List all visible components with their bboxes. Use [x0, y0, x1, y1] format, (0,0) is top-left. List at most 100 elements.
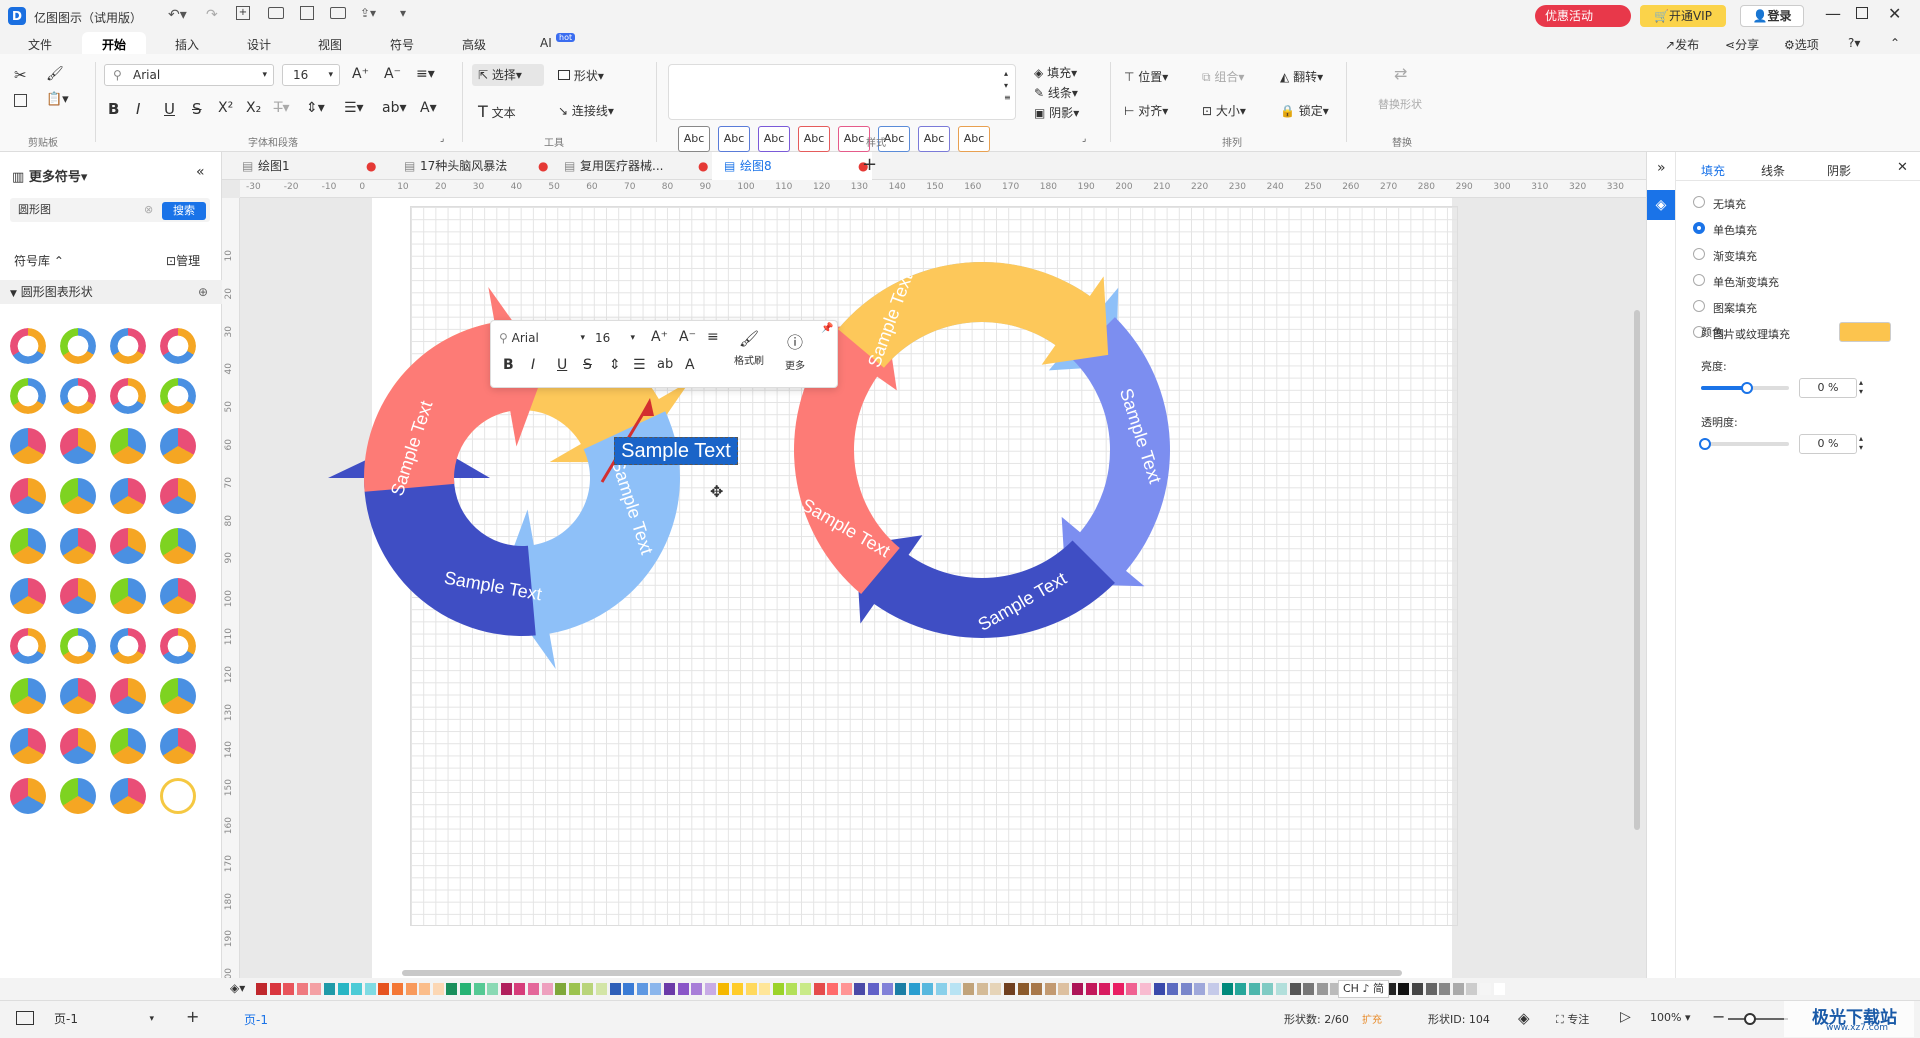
close-panel-icon[interactable]: ✕	[1897, 160, 1908, 175]
slider-thumb[interactable]	[1741, 382, 1753, 394]
undo-icon[interactable]: ↶▾	[168, 7, 187, 23]
color-swatch[interactable]	[432, 983, 444, 995]
vip-button[interactable]: 🛒开通VIP	[1640, 5, 1726, 27]
color-swatch[interactable]	[636, 983, 648, 995]
circle-chart-shape-icon[interactable]	[10, 478, 46, 514]
color-swatch[interactable]	[1031, 983, 1043, 995]
format-painter-button[interactable]: 🖌 格式刷	[731, 329, 767, 367]
vertical-scrollbar[interactable]	[1634, 310, 1640, 830]
fill-bucket-icon[interactable]: ◈▾	[230, 981, 245, 995]
radio-button[interactable]	[1693, 196, 1705, 208]
color-swatch[interactable]	[1153, 983, 1165, 995]
zoom-out-icon[interactable]: −	[1712, 1007, 1725, 1026]
tab-fill[interactable]: 填充	[1701, 162, 1725, 179]
color-swatch[interactable]	[1316, 983, 1328, 995]
color-swatch[interactable]	[1167, 983, 1179, 995]
line-spacing-icon[interactable]: ⇕▾	[306, 100, 325, 116]
color-swatch[interactable]	[922, 983, 934, 995]
select-tool-button[interactable]: ⇱ 选择▾	[472, 64, 544, 86]
color-swatch[interactable]	[1303, 983, 1315, 995]
color-swatch[interactable]	[596, 983, 607, 995]
color-swatch[interactable]	[800, 983, 811, 995]
circle-chart-shape-icon[interactable]	[110, 428, 146, 464]
font-color-icon[interactable]: A	[685, 357, 695, 373]
cycle-arrow-segment[interactable]	[364, 286, 546, 492]
style-preset[interactable]: Abc	[918, 126, 950, 152]
format-painter-icon[interactable]: 🖌	[46, 66, 64, 82]
circle-chart-shape-icon[interactable]	[60, 578, 96, 614]
color-swatch[interactable]	[256, 983, 267, 995]
cycle-diagram-right[interactable]: Sample TextSample TextSample TextSample …	[793, 262, 1170, 639]
color-swatch[interactable]	[405, 983, 417, 995]
page-select[interactable]: 页-1 ▾	[48, 1009, 158, 1029]
radio-button[interactable]	[1693, 248, 1705, 260]
color-swatch[interactable]	[1004, 983, 1015, 995]
symbol-library-toggle[interactable]: 符号库 ⌃	[14, 252, 64, 269]
tab-line[interactable]: 线条	[1761, 162, 1785, 179]
cut-icon[interactable]: ✂	[14, 66, 27, 84]
color-swatch[interactable]	[1017, 983, 1029, 995]
play-icon[interactable]: ▷	[1620, 1009, 1631, 1025]
tab-drawing1[interactable]: ▤ 绘图1 ●	[230, 152, 380, 180]
circle-chart-shape-icon[interactable]	[160, 528, 196, 564]
style-preset[interactable]: Abc	[678, 126, 710, 152]
color-swatch[interactable]	[1208, 983, 1219, 995]
circle-chart-shape-icon[interactable]	[110, 678, 146, 714]
color-swatch[interactable]	[541, 983, 553, 995]
circle-chart-shape-icon[interactable]	[60, 478, 96, 514]
style-preset[interactable]: Abc	[798, 126, 830, 152]
circle-chart-shape-icon[interactable]	[10, 428, 46, 464]
menu-advanced[interactable]: 高级	[462, 36, 486, 53]
transparency-slider[interactable]	[1699, 438, 1789, 450]
horizontal-scrollbar[interactable]	[402, 970, 1402, 976]
underline-icon[interactable]: U	[164, 100, 175, 118]
color-swatch[interactable]	[868, 983, 879, 995]
color-swatch[interactable]	[1099, 983, 1111, 995]
circle-chart-shape-icon[interactable]	[110, 778, 146, 814]
color-swatch[interactable]	[1112, 983, 1124, 995]
stepper-icon[interactable]: ▴ ▾	[1859, 434, 1863, 452]
color-swatch[interactable]	[1262, 983, 1274, 995]
brightness-slider[interactable]	[1701, 382, 1789, 394]
minimize-icon[interactable]: —	[1825, 4, 1841, 23]
color-swatch[interactable]	[1248, 983, 1260, 995]
page-view-icon[interactable]	[16, 1011, 34, 1025]
circle-chart-shape-icon[interactable]	[160, 328, 196, 364]
login-button[interactable]: 👤登录	[1740, 5, 1804, 27]
circle-chart-shape-icon[interactable]	[10, 328, 46, 364]
color-swatch[interactable]	[745, 983, 757, 995]
color-swatch[interactable]	[1276, 983, 1287, 995]
font-grow-icon[interactable]: A⁺	[352, 66, 369, 82]
line-button[interactable]: ✎ 线条▾	[1034, 84, 1078, 101]
color-swatch[interactable]	[827, 983, 839, 995]
circle-chart-shape-icon[interactable]	[160, 478, 196, 514]
connector-tool-button[interactable]: ↘ 连接线▾	[558, 102, 614, 119]
color-swatch[interactable]	[718, 983, 730, 995]
circle-chart-shape-icon[interactable]	[60, 428, 96, 464]
add-page-icon[interactable]: +	[186, 1007, 199, 1026]
color-swatch[interactable]	[949, 983, 961, 995]
circle-chart-shape-icon[interactable]	[10, 678, 46, 714]
menu-design[interactable]: 设计	[247, 36, 271, 53]
radio-button[interactable]	[1693, 274, 1705, 286]
circle-chart-shape-icon[interactable]	[60, 678, 96, 714]
font-color-icon[interactable]: A▾	[420, 100, 437, 116]
collapse-panel-icon[interactable]: «	[196, 164, 205, 180]
circle-chart-shape-icon[interactable]	[110, 578, 146, 614]
replace-shape-icon[interactable]: ⇄	[1394, 64, 1407, 83]
font-shrink-icon[interactable]: A⁻	[679, 329, 696, 345]
style-dialog-launcher-icon[interactable]: ⌟	[1082, 134, 1086, 144]
color-swatch[interactable]	[351, 983, 363, 995]
shadow-button[interactable]: ▣ 阴影▾	[1034, 104, 1079, 121]
color-swatch[interactable]	[1289, 983, 1301, 995]
style-preset[interactable]: Abc	[718, 126, 750, 152]
subscript-icon[interactable]: X₂	[246, 100, 261, 116]
color-swatch[interactable]	[528, 983, 539, 995]
align-icon[interactable]: ≡	[707, 329, 719, 345]
circle-chart-shape-icon[interactable]	[160, 428, 196, 464]
color-swatch[interactable]	[568, 983, 580, 995]
color-swatch[interactable]	[1452, 983, 1464, 995]
pin-icon[interactable]: 📌	[821, 323, 833, 334]
color-swatch[interactable]	[1480, 983, 1491, 995]
options-button[interactable]: ⚙选项	[1784, 36, 1819, 53]
